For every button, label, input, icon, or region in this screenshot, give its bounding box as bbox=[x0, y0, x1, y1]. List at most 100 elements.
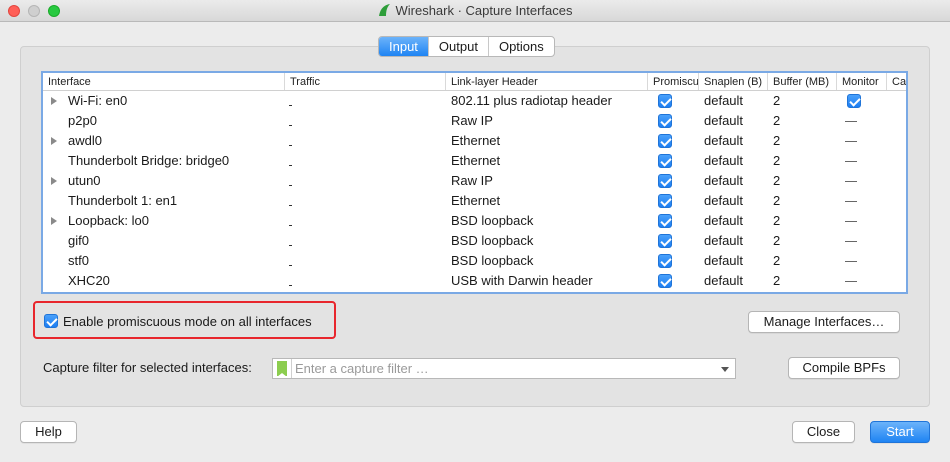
promiscuous-cell bbox=[648, 231, 699, 251]
buffer-cell[interactable]: 2 bbox=[768, 111, 837, 131]
capture-filter-combo[interactable] bbox=[272, 358, 736, 379]
link-layer-cell[interactable]: Ethernet bbox=[446, 131, 648, 151]
monitor-checkbox[interactable] bbox=[847, 94, 861, 108]
column-header-buffer[interactable]: Buffer (MB) bbox=[768, 73, 837, 90]
column-header-interface[interactable]: Interface bbox=[43, 73, 285, 90]
buffer-cell[interactable]: 2 bbox=[768, 91, 837, 111]
bookmark-icon[interactable] bbox=[277, 361, 287, 377]
disclosure-triangle-icon[interactable] bbox=[51, 177, 57, 185]
promiscuous-checkbox[interactable] bbox=[658, 214, 672, 228]
table-row[interactable]: Wi-Fi: en0 802.11 plus radiotap header def… bbox=[43, 91, 906, 111]
buffer-cell[interactable]: 2 bbox=[768, 191, 837, 211]
start-button[interactable]: Start bbox=[870, 421, 930, 443]
interface-name: Wi-Fi: en0 bbox=[68, 93, 128, 108]
link-layer-cell[interactable]: Raw IP bbox=[446, 111, 648, 131]
snaplen-cell[interactable]: default bbox=[699, 231, 768, 251]
column-header-promiscuous[interactable]: Promiscuous bbox=[648, 73, 699, 90]
interface-name: Thunderbolt 1: en1 bbox=[68, 193, 178, 208]
monitor-cell bbox=[837, 111, 887, 131]
link-layer-cell[interactable]: BSD loopback bbox=[446, 251, 648, 271]
help-button[interactable]: Help bbox=[20, 421, 77, 443]
link-layer-cell[interactable]: 802.11 plus radiotap header bbox=[446, 91, 648, 111]
buffer-cell[interactable]: 2 bbox=[768, 151, 837, 171]
table-row[interactable]: utun0 Raw IP default 2 bbox=[43, 171, 906, 191]
link-layer-cell[interactable]: BSD loopback bbox=[446, 211, 648, 231]
promiscuous-checkbox[interactable] bbox=[658, 114, 672, 128]
table-row[interactable]: XHC20 USB with Darwin header default 2 bbox=[43, 271, 906, 291]
link-layer-cell[interactable]: USB with Darwin header bbox=[446, 271, 648, 291]
promiscuous-checkbox[interactable] bbox=[658, 94, 672, 108]
disclosure-triangle-icon[interactable] bbox=[51, 217, 57, 225]
snaplen-cell[interactable]: default bbox=[699, 131, 768, 151]
promiscuous-checkbox[interactable] bbox=[658, 274, 672, 288]
table-row[interactable]: stf0 BSD loopback default 2 bbox=[43, 251, 906, 271]
capture-cell bbox=[887, 151, 906, 171]
promiscuous-cell bbox=[648, 111, 699, 131]
capture-cell bbox=[887, 191, 906, 211]
interface-cell: stf0 bbox=[43, 251, 285, 271]
chevron-down-icon[interactable] bbox=[721, 367, 729, 372]
table-row[interactable]: Loopback: lo0 BSD loopback default 2 bbox=[43, 211, 906, 231]
promiscuous-checkbox[interactable] bbox=[658, 134, 672, 148]
table-row[interactable]: awdl0 Ethernet default 2 bbox=[43, 131, 906, 151]
link-layer-cell[interactable]: BSD loopback bbox=[446, 231, 648, 251]
interface-name: Thunderbolt Bridge: bridge0 bbox=[68, 153, 230, 168]
table-row[interactable]: p2p0 Raw IP default 2 bbox=[43, 111, 906, 131]
table-row[interactable]: Thunderbolt Bridge: bridge0 Ethernet defau… bbox=[43, 151, 906, 171]
column-header-monitor[interactable]: Monitor bbox=[837, 73, 887, 90]
promiscuous-all-checkbox[interactable] bbox=[44, 314, 58, 328]
tab-output[interactable]: Output bbox=[429, 37, 489, 56]
column-header-capture[interactable]: Ca bbox=[887, 73, 906, 90]
snaplen-cell[interactable]: default bbox=[699, 111, 768, 131]
link-layer-cell[interactable]: Ethernet bbox=[446, 151, 648, 171]
buffer-cell[interactable]: 2 bbox=[768, 231, 837, 251]
disclosure-triangle-icon[interactable] bbox=[51, 137, 57, 145]
column-header-traffic[interactable]: Traffic bbox=[285, 73, 446, 90]
promiscuous-checkbox[interactable] bbox=[658, 254, 672, 268]
capture-filter-input[interactable] bbox=[295, 360, 715, 377]
table-row[interactable]: Thunderbolt 1: en1 Ethernet default 2 bbox=[43, 191, 906, 211]
compile-bpfs-button[interactable]: Compile BPFs bbox=[788, 357, 900, 379]
tab-options[interactable]: Options bbox=[489, 37, 554, 56]
monitor-cell bbox=[837, 151, 887, 171]
interface-cell: XHC20 bbox=[43, 271, 285, 291]
promiscuous-checkbox[interactable] bbox=[658, 154, 672, 168]
column-header-snaplen[interactable]: Snaplen (B) bbox=[699, 73, 768, 90]
snaplen-cell[interactable]: default bbox=[699, 151, 768, 171]
buffer-cell[interactable]: 2 bbox=[768, 131, 837, 151]
tab-input[interactable]: Input bbox=[379, 37, 429, 56]
buffer-cell[interactable]: 2 bbox=[768, 251, 837, 271]
interface-cell: Thunderbolt Bridge: bridge0 bbox=[43, 151, 285, 171]
interfaces-table[interactable]: Interface Traffic Link-layer Header Prom… bbox=[41, 71, 908, 294]
disclosure-triangle-icon[interactable] bbox=[51, 97, 57, 105]
snaplen-cell[interactable]: default bbox=[699, 271, 768, 291]
column-header-link-layer[interactable]: Link-layer Header bbox=[446, 73, 648, 90]
sparkline-icon bbox=[289, 105, 292, 106]
buffer-cell[interactable]: 2 bbox=[768, 171, 837, 191]
interface-name: stf0 bbox=[68, 253, 89, 268]
close-button[interactable]: Close bbox=[792, 421, 855, 443]
capture-cell bbox=[887, 211, 906, 231]
monitor-unavailable-dash bbox=[845, 241, 857, 242]
sparkline-icon bbox=[289, 225, 292, 226]
promiscuous-cell bbox=[648, 191, 699, 211]
promiscuous-checkbox[interactable] bbox=[658, 194, 672, 208]
window-title: Wireshark · Capture Interfaces bbox=[395, 3, 573, 18]
snaplen-cell[interactable]: default bbox=[699, 171, 768, 191]
promiscuous-all-label[interactable]: Enable promiscuous mode on all interface… bbox=[63, 314, 312, 329]
promiscuous-checkbox[interactable] bbox=[658, 234, 672, 248]
snaplen-cell[interactable]: default bbox=[699, 191, 768, 211]
link-layer-cell[interactable]: Raw IP bbox=[446, 171, 648, 191]
table-header: Interface Traffic Link-layer Header Prom… bbox=[43, 73, 906, 91]
table-row[interactable]: gif0 BSD loopback default 2 bbox=[43, 231, 906, 251]
buffer-cell[interactable]: 2 bbox=[768, 271, 837, 291]
capture-cell bbox=[887, 131, 906, 151]
snaplen-cell[interactable]: default bbox=[699, 251, 768, 271]
interface-cell: p2p0 bbox=[43, 111, 285, 131]
link-layer-cell[interactable]: Ethernet bbox=[446, 191, 648, 211]
snaplen-cell[interactable]: default bbox=[699, 91, 768, 111]
buffer-cell[interactable]: 2 bbox=[768, 211, 837, 231]
manage-interfaces-button[interactable]: Manage Interfaces… bbox=[748, 311, 900, 333]
promiscuous-checkbox[interactable] bbox=[658, 174, 672, 188]
snaplen-cell[interactable]: default bbox=[699, 211, 768, 231]
